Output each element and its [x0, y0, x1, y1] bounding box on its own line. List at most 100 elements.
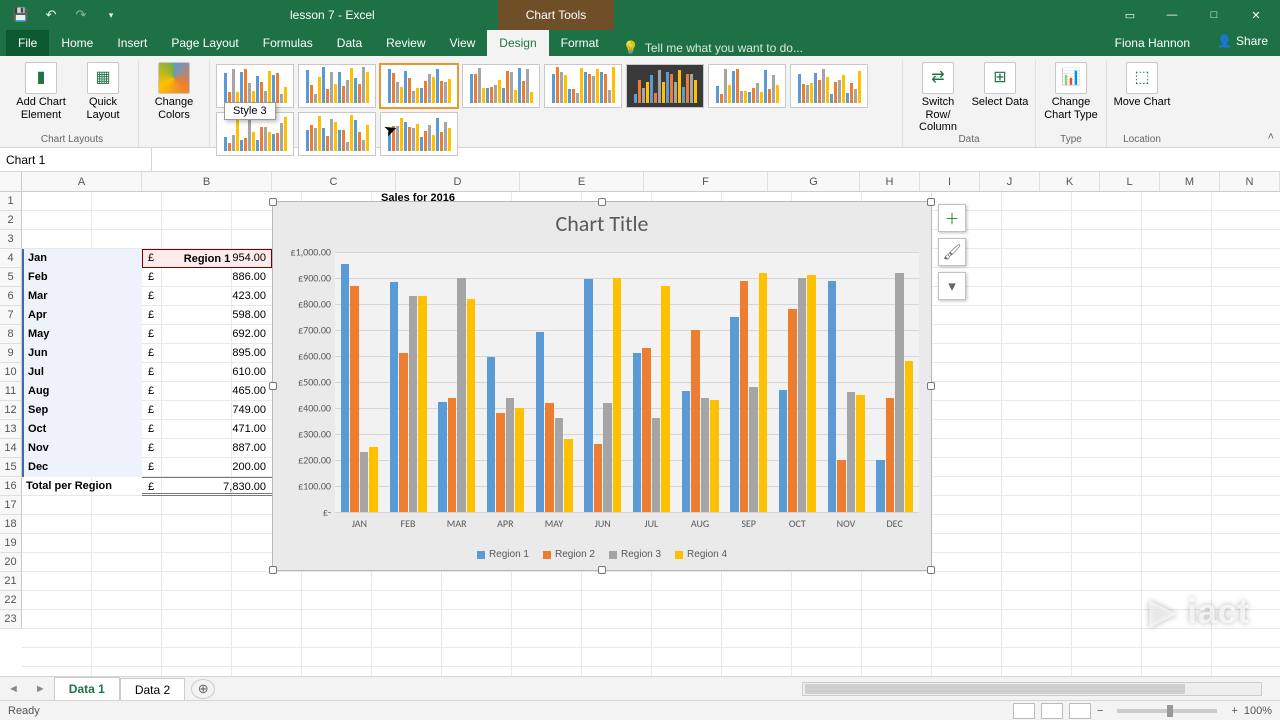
- chart-bar[interactable]: [905, 361, 914, 512]
- month-cell[interactable]: Feb: [22, 268, 142, 287]
- chart-legend[interactable]: Region 1Region 2Region 3Region 4: [273, 549, 931, 560]
- chart-style-thumb[interactable]: [790, 64, 868, 108]
- tab-data[interactable]: Data: [325, 30, 374, 56]
- chart-bar[interactable]: [798, 278, 807, 512]
- row-header[interactable]: 5: [0, 268, 22, 287]
- value-cell[interactable]: £954.00: [142, 249, 272, 268]
- value-cell[interactable]: £749.00: [142, 401, 272, 420]
- zoom-out-icon[interactable]: −: [1097, 705, 1103, 717]
- chart-styles-button[interactable]: 🖌: [938, 238, 966, 266]
- row-header[interactable]: 9: [0, 344, 22, 363]
- tab-home[interactable]: Home: [49, 30, 105, 56]
- select-data-button[interactable]: ⊞Select Data: [971, 62, 1029, 134]
- chart-bar[interactable]: [837, 460, 846, 512]
- view-page-break-icon[interactable]: [1069, 703, 1091, 719]
- row-header[interactable]: 6: [0, 287, 22, 306]
- legend-item[interactable]: Region 2: [543, 549, 595, 560]
- chart-style-thumb[interactable]: [462, 64, 540, 108]
- chart-bar[interactable]: [613, 278, 622, 512]
- value-cell[interactable]: £895.00: [142, 344, 272, 363]
- column-header[interactable]: K: [1040, 172, 1100, 191]
- horizontal-scrollbar[interactable]: [802, 682, 1262, 696]
- chart-bar[interactable]: [487, 357, 496, 512]
- value-cell[interactable]: £465.00: [142, 382, 272, 401]
- month-cell[interactable]: Dec: [22, 458, 142, 477]
- value-cell[interactable]: £200.00: [142, 458, 272, 477]
- chart-bar[interactable]: [740, 281, 749, 512]
- chart-bar[interactable]: [418, 296, 427, 512]
- chart-bar[interactable]: [448, 398, 457, 512]
- month-cell[interactable]: Jun: [22, 344, 142, 363]
- column-header[interactable]: E: [520, 172, 644, 191]
- row-header[interactable]: 22: [0, 591, 22, 610]
- move-chart-button[interactable]: ⬚Move Chart: [1113, 62, 1171, 109]
- change-chart-type-button[interactable]: 📊Change Chart Type: [1042, 62, 1100, 121]
- month-cell[interactable]: Aug: [22, 382, 142, 401]
- row-header[interactable]: 20: [0, 553, 22, 572]
- value-cell[interactable]: £598.00: [142, 306, 272, 325]
- row-header[interactable]: 13: [0, 420, 22, 439]
- row-header[interactable]: 19: [0, 534, 22, 553]
- chart-bar[interactable]: [390, 282, 399, 512]
- month-cell[interactable]: Mar: [22, 287, 142, 306]
- view-normal-icon[interactable]: [1013, 703, 1035, 719]
- maximize-icon[interactable]: □: [1194, 3, 1234, 27]
- row-header[interactable]: 17: [0, 496, 22, 515]
- row-header[interactable]: 23: [0, 610, 22, 629]
- chart-title[interactable]: Chart Title: [273, 202, 931, 241]
- chart-bar[interactable]: [682, 391, 691, 512]
- select-all-corner[interactable]: [0, 172, 22, 191]
- tab-insert[interactable]: Insert: [105, 30, 159, 56]
- tab-design[interactable]: Design: [487, 30, 548, 56]
- chart-bar[interactable]: [584, 279, 593, 512]
- row-header[interactable]: 14: [0, 439, 22, 458]
- row-header[interactable]: 8: [0, 325, 22, 344]
- chart-bar[interactable]: [886, 398, 895, 512]
- sheet-tab-data2[interactable]: Data 2: [120, 678, 185, 701]
- chart-bar[interactable]: [701, 398, 710, 512]
- column-header[interactable]: H: [860, 172, 920, 191]
- month-cell[interactable]: Oct: [22, 420, 142, 439]
- redo-icon[interactable]: ↷: [68, 4, 94, 26]
- chart-elements-button[interactable]: ＋: [938, 204, 966, 232]
- chart-bar[interactable]: [633, 353, 642, 512]
- column-header[interactable]: B: [142, 172, 272, 191]
- chart-bar[interactable]: [594, 444, 603, 512]
- row-header[interactable]: 11: [0, 382, 22, 401]
- minimize-icon[interactable]: —: [1152, 3, 1192, 27]
- month-cell[interactable]: Sep: [22, 401, 142, 420]
- chart-bar[interactable]: [409, 296, 418, 512]
- column-header[interactable]: F: [644, 172, 768, 191]
- value-cell[interactable]: £423.00: [142, 287, 272, 306]
- chart-bar[interactable]: [536, 332, 545, 512]
- zoom-in-icon[interactable]: +: [1231, 705, 1237, 717]
- chart-bar[interactable]: [506, 398, 515, 512]
- zoom-level[interactable]: 100%: [1244, 705, 1272, 717]
- chart-bar[interactable]: [467, 299, 476, 512]
- row-header[interactable]: 12: [0, 401, 22, 420]
- value-cell[interactable]: £610.00: [142, 363, 272, 382]
- chart-style-thumb[interactable]: [298, 112, 376, 156]
- row-header[interactable]: 21: [0, 572, 22, 591]
- chart-bar[interactable]: [779, 390, 788, 512]
- undo-icon[interactable]: ↶: [38, 4, 64, 26]
- chart-style-thumb[interactable]: [380, 112, 458, 156]
- chart-bar[interactable]: [438, 402, 447, 512]
- tab-format[interactable]: Format: [549, 30, 611, 56]
- row-header[interactable]: 7: [0, 306, 22, 325]
- chart-style-thumb[interactable]: [298, 64, 376, 108]
- save-icon[interactable]: 💾: [8, 4, 34, 26]
- add-sheet-button[interactable]: ⊕: [191, 679, 215, 699]
- column-header[interactable]: A: [22, 172, 142, 191]
- ribbon-display-icon[interactable]: ▭: [1110, 3, 1150, 27]
- chart-bar[interactable]: [642, 348, 651, 512]
- chart-bar[interactable]: [603, 403, 612, 512]
- chart-bar[interactable]: [496, 413, 505, 512]
- tab-page-layout[interactable]: Page Layout: [159, 30, 250, 56]
- row-header[interactable]: 10: [0, 363, 22, 382]
- tab-view[interactable]: View: [438, 30, 488, 56]
- chart-filters-button[interactable]: ▾: [938, 272, 966, 300]
- worksheet-grid[interactable]: 1234567891011121314151617181920212223 Sa…: [0, 192, 1280, 684]
- column-header[interactable]: L: [1100, 172, 1160, 191]
- chart-bar[interactable]: [545, 403, 554, 512]
